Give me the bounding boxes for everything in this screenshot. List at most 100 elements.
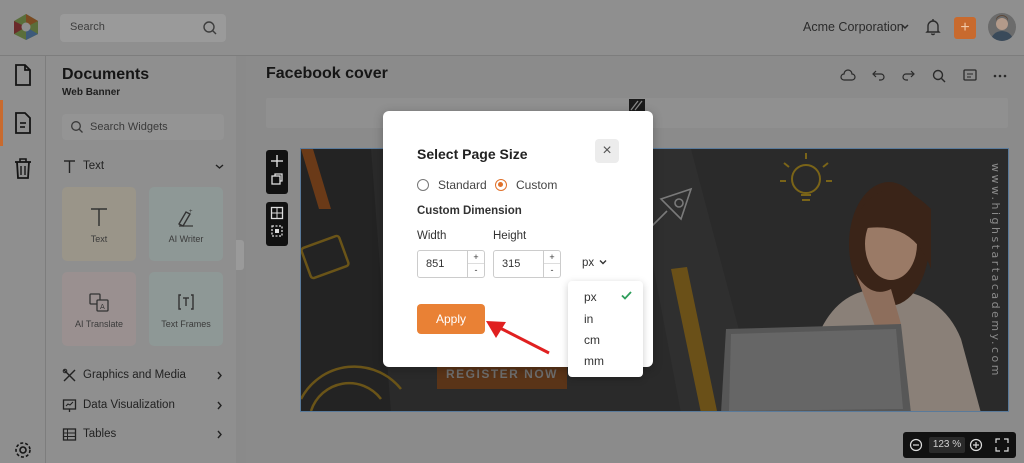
unit-value: px bbox=[582, 257, 595, 269]
section-data-visualization[interactable]: Data Visualization bbox=[62, 396, 224, 416]
redo-icon[interactable] bbox=[901, 68, 917, 84]
comment-icon[interactable] bbox=[962, 68, 978, 84]
radio-label: Custom bbox=[516, 178, 558, 192]
graphics-icon bbox=[62, 368, 76, 382]
section-text[interactable]: Text bbox=[62, 157, 224, 177]
height-label: Height bbox=[493, 230, 527, 242]
widget-tile-ai-translate[interactable]: A AI Translate bbox=[62, 272, 136, 346]
width-stepper: + - bbox=[467, 251, 484, 277]
fit-screen-icon[interactable] bbox=[995, 438, 1009, 452]
search-icon bbox=[203, 21, 217, 35]
notification-bell-icon[interactable] bbox=[925, 18, 941, 36]
search-icon[interactable] bbox=[931, 68, 947, 84]
panel-collapse-handle[interactable] bbox=[236, 240, 244, 270]
panel-title: Documents bbox=[62, 66, 150, 83]
table-icon bbox=[62, 428, 77, 441]
width-value: 851 bbox=[426, 258, 445, 270]
section-graphics-and-media[interactable]: Graphics and Media bbox=[62, 366, 224, 386]
width-input[interactable]: 851 + - bbox=[417, 250, 485, 278]
unit-dropdown-menu: px in cm mm bbox=[568, 281, 643, 377]
chevron-down-icon bbox=[599, 260, 607, 265]
zoom-control: 123 % bbox=[903, 432, 1016, 458]
search-icon bbox=[71, 121, 83, 133]
pattern-icon[interactable] bbox=[628, 98, 646, 112]
svg-text:A: A bbox=[100, 303, 105, 311]
decrement-button[interactable]: - bbox=[544, 264, 560, 277]
app-logo-icon[interactable] bbox=[12, 13, 40, 41]
active-indicator bbox=[0, 100, 3, 146]
global-search-input[interactable]: Search bbox=[60, 14, 226, 42]
section-label: Text bbox=[83, 160, 105, 172]
height-input[interactable]: 315 + - bbox=[493, 250, 561, 278]
organization-name[interactable]: Acme Corporation bbox=[803, 20, 904, 34]
document-icon[interactable] bbox=[13, 112, 33, 134]
select-frame-icon[interactable] bbox=[270, 224, 284, 238]
increment-button[interactable]: + bbox=[544, 251, 560, 264]
decrement-button[interactable]: - bbox=[468, 264, 484, 277]
widget-tile-ai-writer[interactable]: + AI Writer bbox=[149, 187, 223, 261]
panel-subtitle: Web Banner bbox=[62, 87, 121, 98]
cloud-sync-icon[interactable] bbox=[840, 68, 856, 84]
more-icon[interactable] bbox=[992, 68, 1008, 84]
unit-option-mm[interactable]: mm bbox=[584, 354, 604, 368]
left-rail bbox=[0, 56, 46, 463]
search-placeholder: Search bbox=[70, 21, 105, 33]
height-stepper: + - bbox=[543, 251, 560, 277]
unit-option-px[interactable]: px bbox=[584, 290, 597, 304]
radio-dot bbox=[417, 179, 429, 191]
section-tables[interactable]: Tables bbox=[62, 425, 224, 445]
widget-panel: Documents Web Banner Search Widgets Text… bbox=[46, 56, 236, 463]
text-t-icon bbox=[64, 160, 75, 173]
unit-option-in[interactable]: in bbox=[584, 312, 593, 326]
grid-icon[interactable] bbox=[270, 206, 284, 220]
chevron-down-icon bbox=[215, 164, 224, 169]
text-icon bbox=[91, 208, 107, 226]
add-icon[interactable] bbox=[270, 154, 284, 168]
user-avatar[interactable] bbox=[988, 13, 1016, 41]
tile-label: Text bbox=[90, 234, 108, 244]
width-label: Width bbox=[417, 230, 447, 242]
add-button[interactable]: + bbox=[954, 17, 976, 39]
tile-label: AI Translate bbox=[74, 319, 124, 329]
undo-icon[interactable] bbox=[870, 68, 886, 84]
zoom-in-icon[interactable] bbox=[969, 438, 983, 452]
checkmark-icon bbox=[621, 291, 632, 300]
svg-text:+: + bbox=[189, 209, 193, 215]
data-visualization-icon bbox=[62, 399, 77, 412]
unit-select[interactable]: px bbox=[582, 257, 607, 269]
copy-icon[interactable] bbox=[270, 172, 284, 186]
trash-icon[interactable] bbox=[13, 157, 33, 179]
increment-button[interactable]: + bbox=[468, 251, 484, 264]
ai-writer-icon: + bbox=[178, 209, 193, 227]
chevron-right-icon bbox=[217, 401, 222, 410]
dialog-title: Select Page Size bbox=[417, 146, 528, 162]
chevron-right-icon bbox=[217, 371, 222, 380]
annotation-arrow-icon bbox=[486, 321, 550, 355]
tile-label: AI Writer bbox=[168, 234, 204, 244]
text-frames-icon bbox=[178, 294, 194, 310]
chevron-right-icon bbox=[217, 430, 222, 439]
section-label: Graphics and Media bbox=[83, 369, 186, 381]
apply-button[interactable]: Apply bbox=[417, 304, 485, 334]
page-icon[interactable] bbox=[13, 64, 33, 86]
widget-tile-text-frames[interactable]: Text Frames bbox=[149, 272, 223, 346]
tile-label: Text Frames bbox=[161, 319, 211, 329]
radio-standard[interactable]: Standard bbox=[417, 178, 497, 192]
zoom-value[interactable]: 123 % bbox=[929, 437, 965, 453]
section-label: Data Visualization bbox=[83, 399, 175, 411]
section-label: Tables bbox=[83, 428, 117, 440]
custom-dimension-heading: Custom Dimension bbox=[417, 205, 522, 217]
document-title: Facebook cover bbox=[266, 65, 388, 82]
radio-custom[interactable]: Custom bbox=[495, 178, 565, 192]
radio-dot-selected bbox=[495, 179, 507, 191]
unit-option-cm[interactable]: cm bbox=[584, 333, 600, 347]
document-toolbar bbox=[830, 67, 1008, 83]
close-button[interactable]: × bbox=[595, 139, 619, 163]
widget-tile-text[interactable]: Text bbox=[62, 187, 136, 261]
zoom-out-icon[interactable] bbox=[909, 438, 923, 452]
widget-search-input[interactable]: Search Widgets bbox=[62, 114, 224, 140]
settings-gear-icon[interactable] bbox=[13, 439, 33, 461]
chevron-down-icon[interactable] bbox=[900, 22, 910, 32]
widget-search-placeholder: Search Widgets bbox=[90, 121, 168, 133]
add-element-toolbar bbox=[266, 150, 288, 194]
